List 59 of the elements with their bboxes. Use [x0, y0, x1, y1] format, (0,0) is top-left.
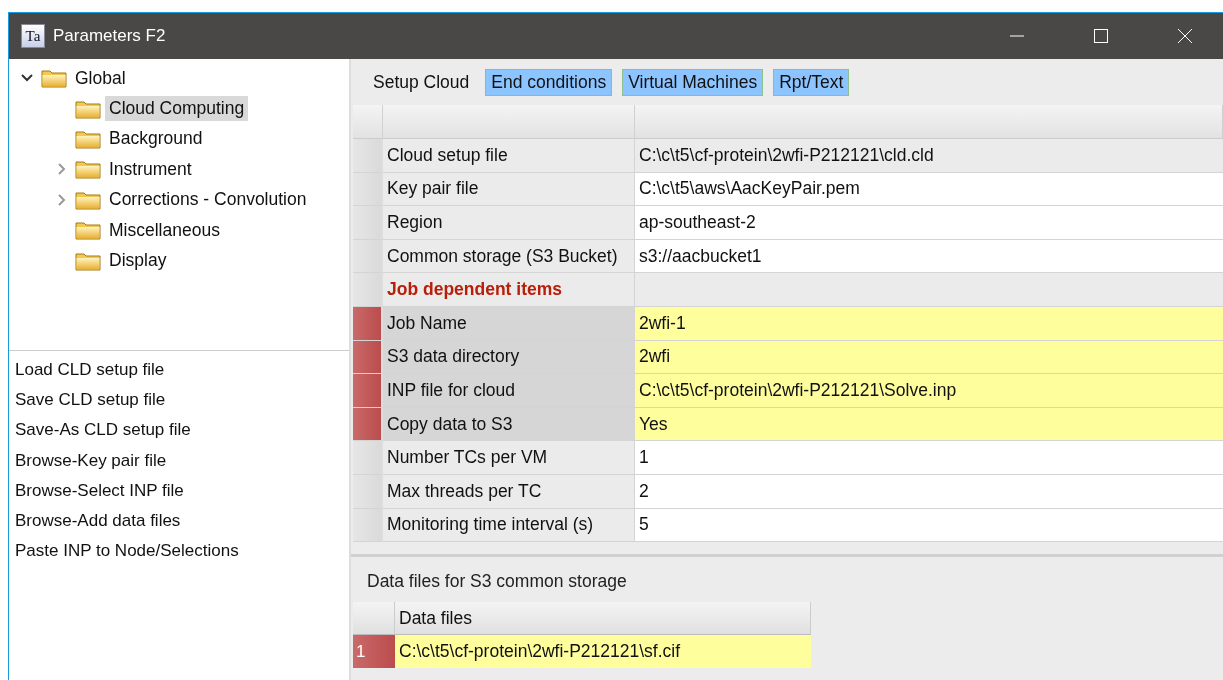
- maximize-icon[interactable]: [1093, 28, 1109, 44]
- folder-icon: [75, 98, 101, 119]
- row-number: 1: [353, 635, 395, 669]
- folder-icon: [75, 128, 101, 149]
- property-label: Copy data to S3: [383, 407, 635, 442]
- folder-icon: [75, 189, 101, 210]
- command-link[interactable]: Save-As CLD setup file: [15, 419, 349, 450]
- property-label: Region: [383, 206, 635, 240]
- section-title: Data files for S3 common storage: [366, 570, 628, 594]
- property-value[interactable]: s3://aacbucket1: [635, 239, 1223, 274]
- property-label: Number TCs per VM: [383, 441, 635, 475]
- app-icon: Ta: [21, 24, 45, 48]
- column-header: Data files: [395, 602, 811, 636]
- command-link[interactable]: Paste INP to Node/Selections: [15, 540, 349, 571]
- property-label: S3 data directory: [383, 340, 635, 375]
- property-value[interactable]: 5: [635, 508, 1223, 543]
- folder-icon: [41, 68, 67, 89]
- tab[interactable]: Setup Cloud: [367, 68, 476, 96]
- tree-item[interactable]: Cloud Computing: [105, 96, 249, 122]
- property-value[interactable]: 2: [635, 474, 1223, 509]
- property-label: Common storage (S3 Bucket): [383, 239, 635, 274]
- minimize-icon[interactable]: [1009, 35, 1025, 37]
- close-icon[interactable]: [1177, 28, 1193, 44]
- property-value[interactable]: ap-southeast-2: [635, 206, 1223, 240]
- property-label: Cloud setup file: [383, 139, 635, 173]
- tree-item[interactable]: Background: [105, 126, 207, 152]
- tab[interactable]: Virtual Machines: [622, 68, 764, 96]
- property-value[interactable]: 2wfi-1: [635, 306, 1223, 341]
- property-label: Key pair file: [383, 172, 635, 207]
- property-label: Job Name: [383, 306, 635, 341]
- property-value[interactable]: 1: [635, 441, 1223, 475]
- command-link[interactable]: Browse-Add data files: [15, 509, 349, 541]
- header-cell: [353, 105, 383, 139]
- row-marker: [353, 273, 383, 307]
- property-label: Monitoring time interval (s): [383, 508, 635, 543]
- folder-icon: [75, 250, 101, 271]
- property-value[interactable]: 2wfi: [635, 340, 1223, 375]
- command-link[interactable]: Browse-Select INP file: [15, 479, 349, 510]
- command-link[interactable]: Save CLD setup file: [15, 389, 349, 420]
- property-label: Max threads per TC: [383, 474, 635, 509]
- table-cell[interactable]: C:\c\t5\cf-protein\2wfi-P212121\sf.cif: [395, 635, 811, 669]
- property-value[interactable]: C:\c\t5\aws\AacKeyPair.pem: [635, 172, 1223, 207]
- tree-item[interactable]: Instrument: [105, 156, 196, 182]
- tree-item[interactable]: Display: [105, 248, 171, 274]
- folder-icon: [75, 220, 101, 241]
- header-cell: [353, 602, 395, 636]
- tree-item[interactable]: Global: [71, 65, 130, 91]
- tab[interactable]: End conditions: [485, 68, 613, 96]
- tab[interactable]: Rpt/Text: [773, 68, 850, 96]
- property-value[interactable]: Yes: [635, 407, 1223, 442]
- tree-item[interactable]: Miscellaneous: [105, 217, 224, 243]
- property-value[interactable]: C:\c\t5\cf-protein\2wfi-P212121\Solve.inp: [635, 374, 1223, 408]
- command-link[interactable]: Load CLD setup file: [15, 359, 349, 390]
- window-title: Parameters F2: [53, 26, 167, 46]
- tree-item[interactable]: Corrections - Convolution: [105, 187, 311, 213]
- property-label: INP file for cloud: [383, 374, 635, 408]
- section-heading: Job dependent items: [383, 273, 635, 307]
- command-link[interactable]: Browse-Key pair file: [15, 449, 349, 480]
- folder-icon: [75, 159, 101, 180]
